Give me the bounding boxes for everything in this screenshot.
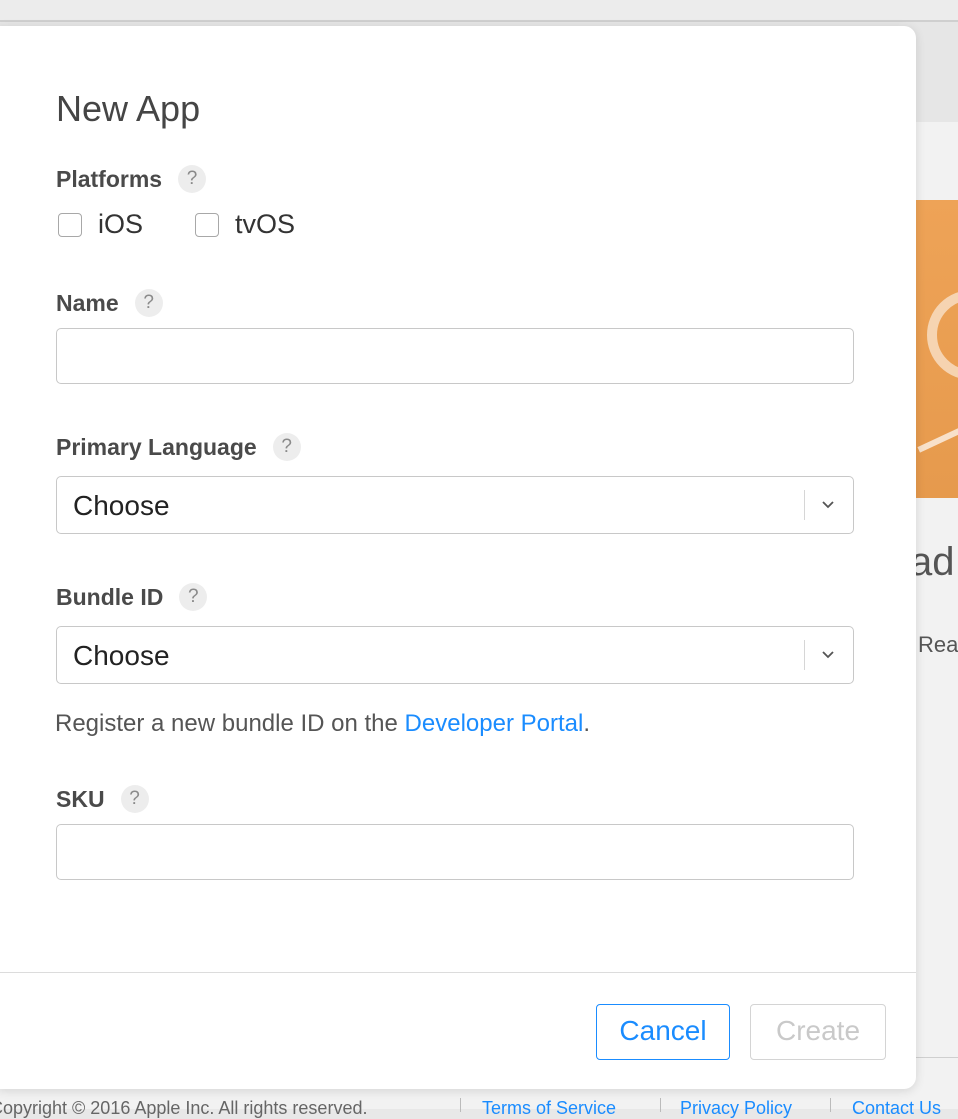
chevron-down-icon[interactable]	[819, 641, 837, 667]
background-subtext: Rea	[918, 632, 958, 657]
bundle-id-help-icon[interactable]: ?	[179, 583, 208, 611]
background-heading: ad	[910, 540, 955, 584]
promo-streak-shape	[917, 413, 958, 453]
select-divider	[804, 490, 805, 520]
name-input[interactable]	[56, 328, 854, 384]
platforms-label-row: Platforms ?	[56, 165, 207, 193]
new-app-dialog: New App Platforms ? iOS tvOS Name ? Prim…	[0, 26, 916, 1089]
platform-option-tvos[interactable]: tvOS	[195, 209, 295, 240]
tvos-checkbox-label[interactable]: tvOS	[235, 209, 295, 240]
bundle-id-label: Bundle ID	[56, 583, 164, 610]
footer-separator	[830, 1098, 831, 1112]
bundle-id-helper-text: Register a new bundle ID on the Develope…	[55, 710, 590, 738]
developer-portal-link[interactable]: Developer Portal	[405, 710, 584, 737]
primary-language-label: Primary Language	[56, 433, 257, 460]
footer-separator	[660, 1098, 661, 1112]
sku-input[interactable]	[56, 824, 854, 880]
platforms-help-icon[interactable]: ?	[178, 165, 207, 193]
platforms-options: iOS tvOS	[58, 209, 347, 240]
primary-language-value: Choose	[73, 490, 170, 521]
ios-checkbox[interactable]	[58, 212, 82, 237]
platform-option-ios[interactable]: iOS	[58, 209, 143, 240]
footer-copyright: Copyright © 2016 Apple Inc. All rights r…	[0, 1098, 368, 1118]
platforms-label: Platforms	[56, 165, 163, 192]
sku-label-row: SKU ?	[56, 785, 149, 813]
dialog-footer-divider	[0, 972, 916, 973]
name-label: Name	[56, 289, 119, 316]
chevron-down-icon[interactable]	[819, 491, 837, 517]
bundle-id-select[interactable]: Choose	[56, 626, 854, 684]
bundle-id-label-row: Bundle ID ?	[56, 583, 208, 611]
dialog-title: New App	[56, 88, 201, 129]
bundle-id-value: Choose	[73, 640, 170, 671]
sku-help-icon[interactable]: ?	[120, 785, 149, 813]
footer-separator	[460, 1098, 461, 1112]
promo-ring-shape	[927, 290, 958, 380]
name-help-icon[interactable]: ?	[134, 289, 163, 317]
helper-suffix: .	[583, 710, 590, 737]
footer-link-contact[interactable]: Contact Us	[852, 1098, 941, 1119]
create-button[interactable]: Create	[750, 1004, 886, 1060]
footer-link-privacy[interactable]: Privacy Policy	[680, 1098, 792, 1119]
tvos-checkbox[interactable]	[195, 212, 220, 237]
name-label-row: Name ?	[56, 289, 163, 317]
primary-language-select[interactable]: Choose	[56, 476, 854, 534]
primary-language-help-icon[interactable]: ?	[272, 433, 301, 461]
cancel-button[interactable]: Cancel	[596, 1004, 730, 1060]
primary-language-label-row: Primary Language ?	[56, 433, 301, 461]
helper-prefix: Register a new bundle ID on the	[55, 710, 405, 737]
sku-label: SKU	[56, 785, 105, 812]
select-divider	[804, 640, 805, 670]
ios-checkbox-label[interactable]: iOS	[98, 209, 143, 240]
footer-link-terms[interactable]: Terms of Service	[482, 1098, 616, 1119]
background-top-bar	[0, 0, 958, 22]
